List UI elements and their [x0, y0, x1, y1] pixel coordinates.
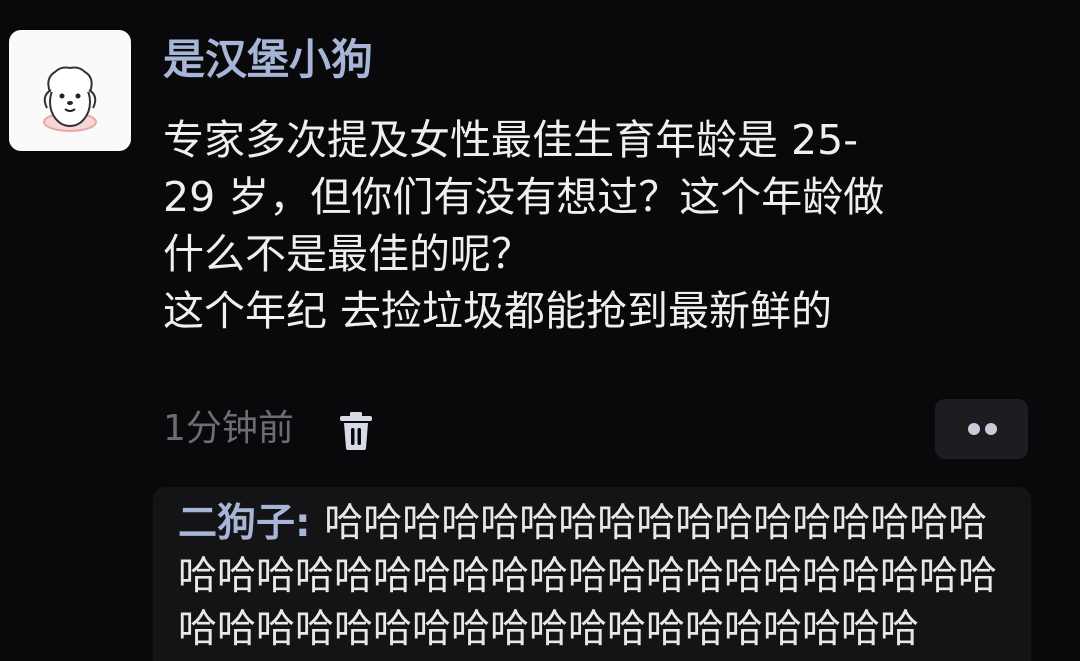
- post-line-1: 专家多次提及女性最佳生育年龄是 25-: [163, 116, 858, 164]
- post-timestamp: 1分钟前: [163, 408, 294, 449]
- avatar[interactable]: [9, 30, 131, 151]
- reply-item: 二狗子: 哈哈哈哈哈哈哈哈哈哈哈哈哈哈哈哈哈哈哈哈哈哈哈哈哈哈哈哈哈哈哈哈哈哈哈…: [178, 497, 1018, 656]
- username[interactable]: 是汉堡小狗: [163, 32, 373, 88]
- reply-author[interactable]: 二狗子: [178, 501, 295, 546]
- reply-separator: :: [295, 501, 325, 546]
- more-dots-icon: [985, 423, 997, 435]
- more-options-button[interactable]: [935, 399, 1028, 459]
- post-line-4: 这个年纪 去捡垃圾都能抢到最新鲜的: [163, 287, 833, 335]
- avatar-dog-icon: [43, 66, 97, 132]
- post-content: 专家多次提及女性最佳生育年龄是 25- 29 岁，但你们有没有想过？这个年龄做 …: [163, 112, 1043, 340]
- post-line-2: 29 岁，但你们有没有想过？这个年龄做: [163, 173, 885, 221]
- reply-box[interactable]: 二狗子: 哈哈哈哈哈哈哈哈哈哈哈哈哈哈哈哈哈哈哈哈哈哈哈哈哈哈哈哈哈哈哈哈哈哈哈…: [153, 487, 1031, 661]
- more-dots-icon: [968, 423, 980, 435]
- delete-button[interactable]: [336, 408, 376, 452]
- trash-icon: [340, 412, 372, 450]
- post-line-3: 什么不是最佳的呢？: [163, 230, 532, 278]
